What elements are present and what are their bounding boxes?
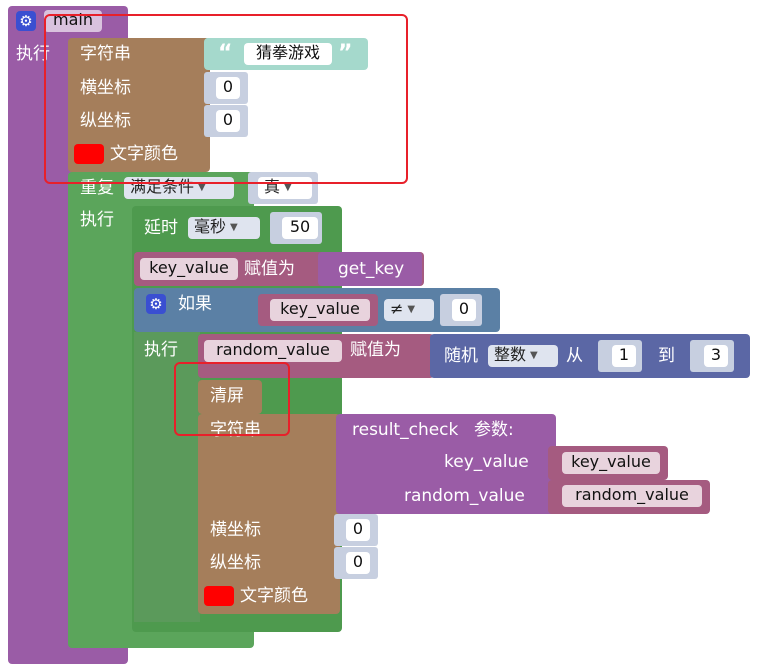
- params-label: 参数:: [474, 420, 514, 440]
- param1-name: key_value: [444, 452, 529, 472]
- if-label: 如果: [178, 294, 212, 314]
- repeat-exec-label: 执行: [80, 210, 114, 230]
- to-label: 到: [658, 346, 675, 366]
- operator-value: ≠: [390, 299, 404, 318]
- random-type-value: 整数: [494, 345, 527, 364]
- param2-field[interactable]: random_value: [562, 485, 702, 507]
- if-exec-label: 执行: [144, 340, 178, 360]
- highlight-box-top: [44, 14, 408, 184]
- compare-left-field[interactable]: key_value: [270, 299, 370, 321]
- delay-unit-dropdown[interactable]: 毫秒 ▼: [188, 217, 260, 239]
- x2-coord-field[interactable]: 0: [346, 519, 370, 541]
- chevron-down-icon: ▼: [407, 303, 416, 315]
- result-check-label: result_check: [352, 420, 459, 440]
- random-label: 随机: [444, 346, 478, 366]
- to-value-field[interactable]: 3: [704, 345, 728, 367]
- chevron-down-icon: ▼: [230, 221, 238, 233]
- highlight-box-clear: [174, 362, 290, 436]
- delay-value-field[interactable]: 50: [282, 217, 318, 239]
- string-block-2[interactable]: [198, 414, 340, 614]
- param1-field[interactable]: key_value: [562, 452, 660, 474]
- x2-coord-label: 横坐标: [210, 520, 261, 540]
- param2-name: random_value: [404, 486, 525, 506]
- gear-icon[interactable]: ⚙: [146, 294, 166, 314]
- chevron-down-icon: ▼: [530, 349, 538, 361]
- random-type-dropdown[interactable]: 整数 ▼: [488, 345, 558, 367]
- assign-random-label: 赋值为: [350, 340, 401, 360]
- delay-unit-value: 毫秒: [194, 217, 227, 236]
- get-key-label: get_key: [338, 259, 405, 279]
- delay-label: 延时: [144, 218, 178, 238]
- from-label: 从: [566, 346, 583, 366]
- assign-key-label: 赋值为: [244, 259, 295, 279]
- text-color-label-2: 文字颜色: [240, 586, 308, 606]
- assign-random-var-field[interactable]: random_value: [204, 340, 342, 362]
- y2-coord-label: 纵坐标: [210, 553, 261, 573]
- operator-dropdown[interactable]: ≠ ▼: [384, 299, 434, 321]
- gear-icon[interactable]: ⚙: [16, 11, 36, 31]
- color-swatch-2[interactable]: [204, 586, 234, 606]
- from-value-field[interactable]: 1: [612, 345, 636, 367]
- y2-coord-field[interactable]: 0: [346, 552, 370, 574]
- assign-key-var-field[interactable]: key_value: [140, 258, 238, 280]
- compare-right-field[interactable]: 0: [452, 299, 476, 321]
